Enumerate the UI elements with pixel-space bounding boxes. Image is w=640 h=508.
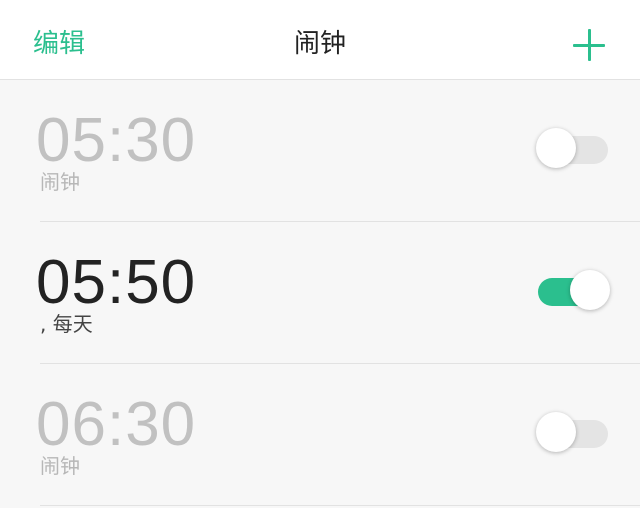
toggle-knob bbox=[536, 128, 576, 168]
alarm-list: 05:30 闹钟 05:50 , 每天 06:30 闹钟 bbox=[0, 80, 640, 506]
add-alarm-plus-icon[interactable] bbox=[572, 28, 606, 62]
alarm-toggle[interactable] bbox=[538, 270, 610, 310]
alarm-label: 闹钟 bbox=[40, 170, 80, 194]
alarm-label: 闹钟 bbox=[40, 454, 80, 478]
alarm-toggle[interactable] bbox=[536, 412, 608, 452]
toggle-knob bbox=[536, 412, 576, 452]
alarm-label: , 每天 bbox=[40, 312, 93, 336]
alarm-row-1[interactable]: 05:30 闹钟 bbox=[0, 80, 640, 222]
alarm-row-2[interactable]: 05:50 , 每天 bbox=[0, 222, 640, 364]
alarm-toggle[interactable] bbox=[536, 128, 608, 168]
alarm-time: 06:30 bbox=[36, 390, 197, 459]
page-title: 闹钟 bbox=[293, 29, 346, 59]
alarm-time: 05:30 bbox=[36, 106, 197, 175]
row-divider bbox=[40, 505, 640, 506]
toggle-knob bbox=[570, 270, 610, 310]
app-header: 编辑 闹钟 bbox=[0, 0, 640, 80]
alarm-row-3[interactable]: 06:30 闹钟 bbox=[0, 364, 640, 506]
alarm-time: 05:50 bbox=[36, 248, 197, 317]
